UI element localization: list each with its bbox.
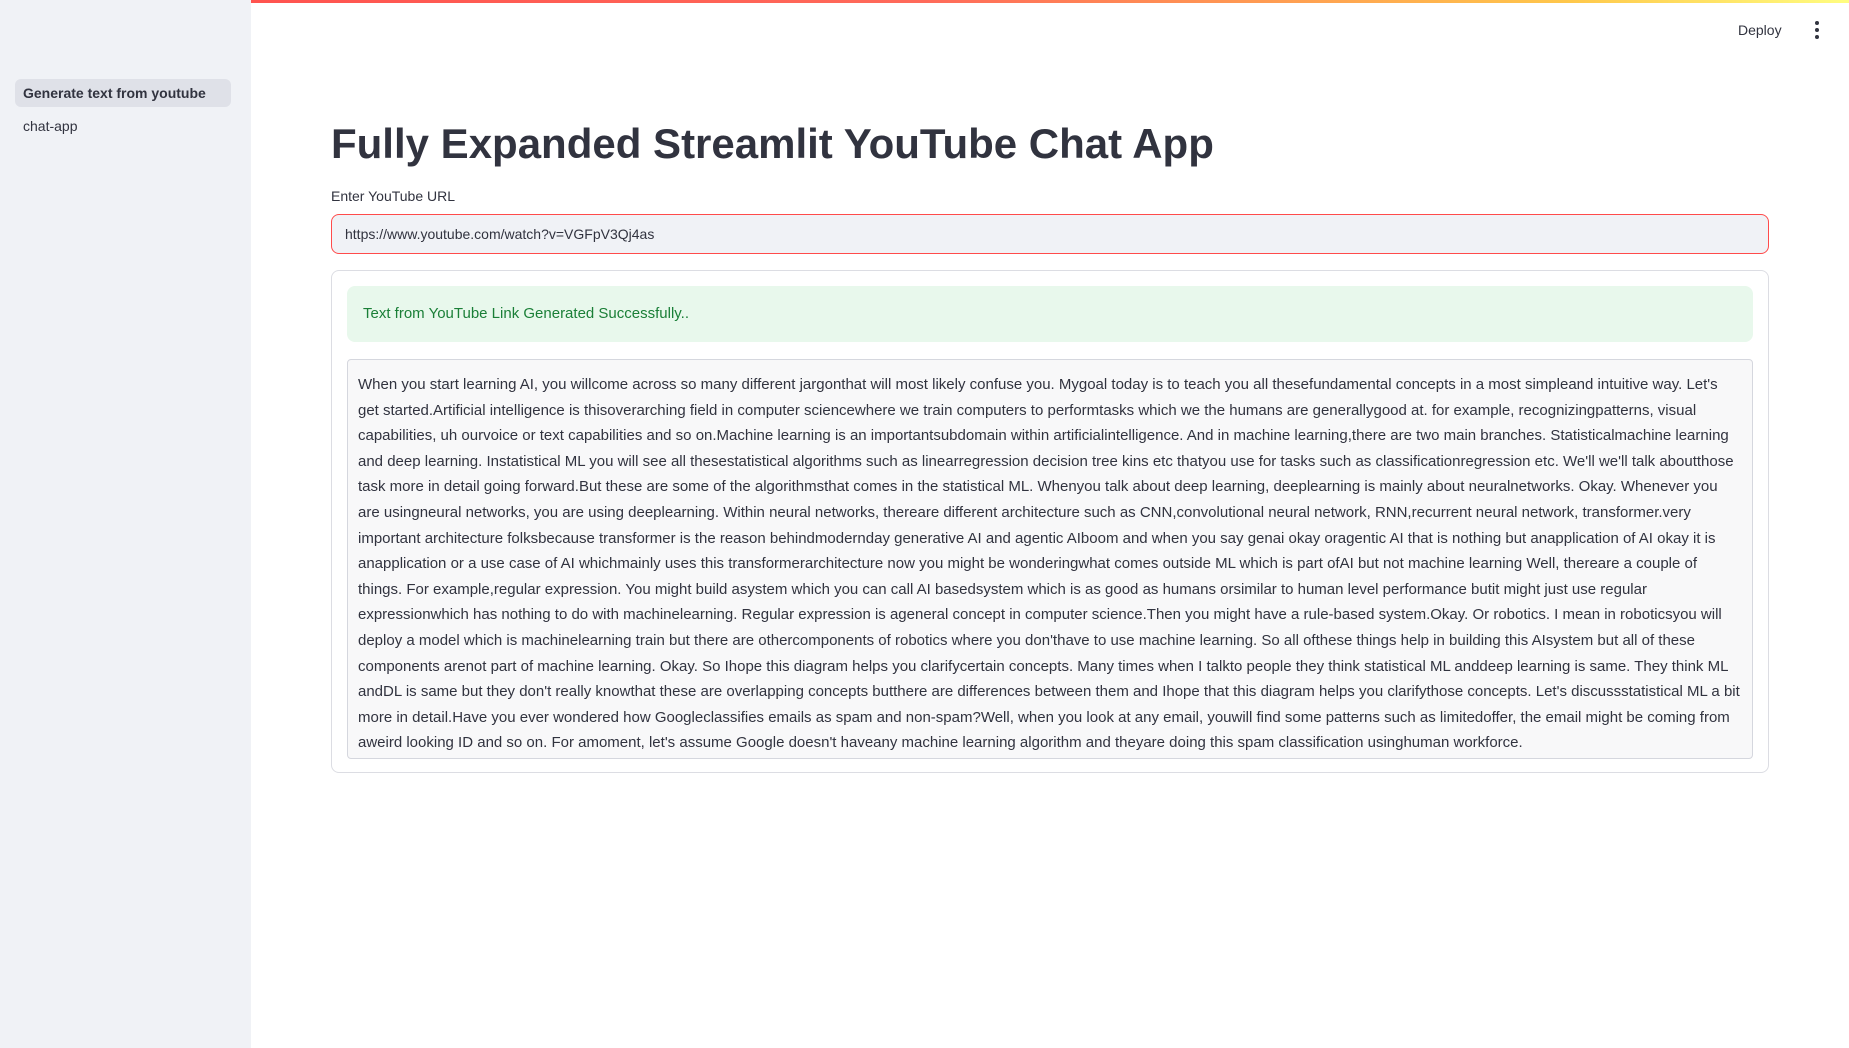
sidebar-item-label: chat-app [23,118,78,134]
youtube-url-input[interactable] [331,214,1769,254]
main-menu-icon[interactable] [1808,18,1826,42]
menu-dot [1815,35,1819,39]
sidebar-item-label: Generate text from youtube [23,85,206,101]
url-input-label: Enter YouTube URL [331,188,456,204]
sidebar: Generate text from youtube chat-app [0,0,251,1048]
menu-dot [1815,28,1819,32]
success-alert: Text from YouTube Link Generated Success… [347,286,1753,342]
top-decoration-bar [0,0,1849,3]
page-title: Fully Expanded Streamlit YouTube Chat Ap… [331,120,1214,167]
deploy-button[interactable]: Deploy [1738,19,1782,41]
menu-dot [1815,21,1819,25]
success-message: Text from YouTube Link Generated Success… [363,305,690,322]
output-container: Text from YouTube Link Generated Success… [331,270,1769,773]
transcript-text-area[interactable]: When you start learning AI, you willcome… [347,359,1753,759]
sidebar-item-generate-text[interactable]: Generate text from youtube [15,79,231,107]
sidebar-item-chat-app[interactable]: chat-app [15,112,231,140]
